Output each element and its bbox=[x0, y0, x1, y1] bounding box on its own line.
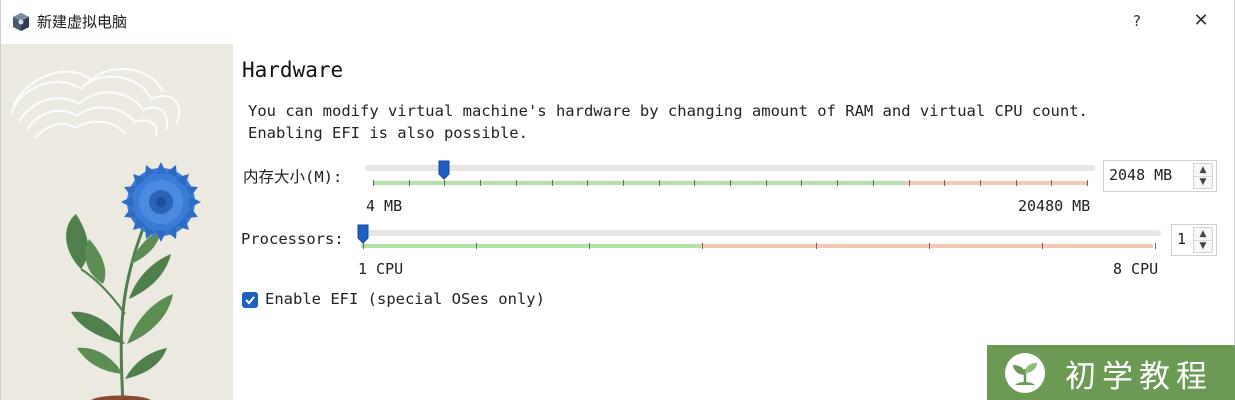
memory-slider-tick bbox=[1051, 180, 1052, 186]
processors-stepper[interactable]: ▲ ▼ bbox=[1193, 227, 1213, 253]
watermark-text: 初学教程 bbox=[1065, 359, 1213, 395]
memory-value[interactable]: 2048 MB bbox=[1109, 166, 1172, 184]
memory-slider-tick bbox=[587, 180, 588, 186]
processors-spinbox[interactable]: 1 ▲ ▼ bbox=[1171, 224, 1217, 256]
window-title: 新建虚拟电脑 bbox=[37, 13, 128, 31]
enable-efi-label[interactable]: Enable EFI (special OSes only) bbox=[265, 290, 545, 308]
memory-max-label: 20480 MB bbox=[1018, 197, 1091, 215]
processors-over-range bbox=[701, 244, 1153, 248]
memory-slider-tick bbox=[516, 180, 517, 186]
sprout-logo-icon bbox=[1005, 353, 1045, 393]
memory-decrement-icon[interactable]: ▼ bbox=[1194, 176, 1212, 188]
memory-slider-tick bbox=[480, 180, 481, 186]
page-title: Hardware bbox=[242, 58, 344, 82]
memory-slider-handle[interactable] bbox=[438, 160, 450, 180]
processors-slider-tick bbox=[816, 243, 817, 249]
enable-efi-checkbox[interactable] bbox=[242, 292, 258, 308]
memory-spinbox[interactable]: 2048 MB ▲ ▼ bbox=[1103, 160, 1217, 192]
memory-slider-tick bbox=[373, 180, 374, 186]
memory-slider-tick bbox=[873, 180, 874, 186]
processors-min-label: 1 CPU bbox=[358, 260, 404, 278]
processors-recommended-range bbox=[361, 244, 701, 248]
processors-slider-tick bbox=[929, 243, 930, 249]
memory-label: 内存大小(M): bbox=[243, 168, 343, 186]
memory-recommended-range bbox=[373, 181, 905, 185]
page-description: You can modify virtual machine's hardwar… bbox=[248, 102, 1088, 142]
memory-over-range bbox=[905, 181, 1087, 185]
memory-slider-tick bbox=[801, 180, 802, 186]
checkmark-icon bbox=[245, 296, 255, 305]
virtualbox-app-icon bbox=[13, 13, 29, 31]
processors-max-label: 8 CPU bbox=[1113, 260, 1159, 278]
memory-slider-tick bbox=[1016, 180, 1017, 186]
memory-slider-tick bbox=[730, 180, 731, 186]
processors-slider-tick bbox=[702, 243, 703, 249]
memory-stepper[interactable]: ▲ ▼ bbox=[1193, 163, 1213, 189]
memory-slider-tick bbox=[444, 180, 445, 186]
memory-slider-tick bbox=[552, 180, 553, 186]
processors-decrement-icon[interactable]: ▼ bbox=[1194, 240, 1212, 252]
wizard-illustration bbox=[1, 44, 233, 400]
memory-slider-tick bbox=[909, 180, 910, 186]
memory-slider-tick bbox=[837, 180, 838, 186]
processors-slider-tick bbox=[589, 243, 590, 249]
memory-slider-tick bbox=[1087, 180, 1088, 186]
help-button[interactable]: ? bbox=[1127, 8, 1147, 34]
memory-min-label: 4 MB bbox=[366, 197, 403, 215]
processors-slider-tick bbox=[1155, 243, 1156, 249]
memory-slider-tick bbox=[409, 180, 410, 186]
processors-label: Processors: bbox=[241, 230, 344, 248]
memory-slider-tick bbox=[766, 180, 767, 186]
watermark: 初学教程 bbox=[987, 345, 1235, 400]
processors-value[interactable]: 1 bbox=[1177, 230, 1186, 248]
memory-slider-tick bbox=[659, 180, 660, 186]
plant-illustration-icon bbox=[1, 44, 233, 400]
title-bar: 新建虚拟电脑 ? ✕ bbox=[1, 0, 1234, 44]
memory-slider-tick bbox=[980, 180, 981, 186]
processors-slider-handle[interactable] bbox=[357, 224, 369, 244]
memory-slider-tick bbox=[944, 180, 945, 186]
close-button[interactable]: ✕ bbox=[1189, 8, 1213, 34]
new-vm-dialog: 新建虚拟电脑 ? ✕ Hardware You can modify virtu… bbox=[0, 0, 1235, 400]
processors-slider-tick bbox=[1042, 243, 1043, 249]
processors-slider-tick bbox=[476, 243, 477, 249]
memory-slider-tick bbox=[694, 180, 695, 186]
memory-slider-tick bbox=[623, 180, 624, 186]
